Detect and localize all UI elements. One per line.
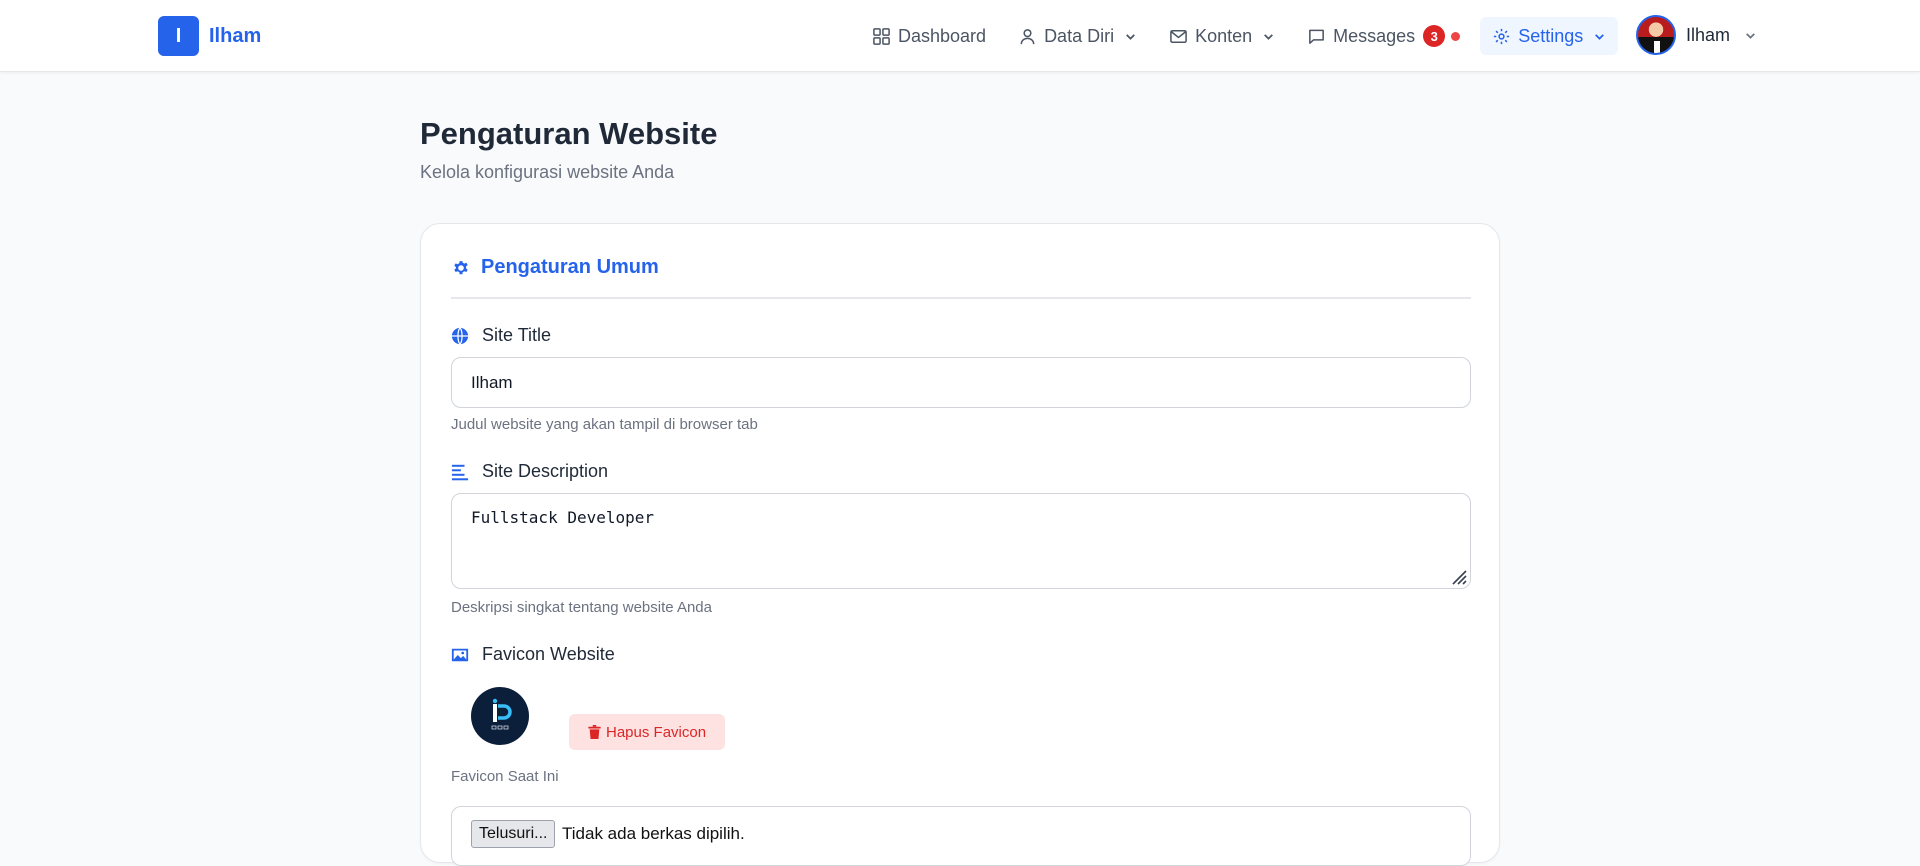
align-left-icon (451, 464, 469, 480)
nav-item-dashboard[interactable]: Dashboard (860, 17, 998, 55)
delete-favicon-label: Hapus Favicon (606, 723, 707, 741)
site-description-value: Fullstack Developer (471, 508, 655, 527)
brand-name: Ilham (209, 24, 262, 47)
site-title-label: Site Title (451, 325, 551, 346)
messages-count-badge: 3 (1423, 25, 1446, 47)
delete-favicon-button[interactable]: Hapus Favicon (569, 714, 726, 750)
chevron-down-icon (1746, 32, 1755, 39)
notification-dot (1451, 31, 1461, 41)
site-title-help: Judul website yang akan tampil di browse… (451, 416, 758, 433)
nav-item-data-diri[interactable]: Data Diri (1006, 17, 1149, 55)
mail-icon (1170, 29, 1187, 43)
nav-label-dashboard: Dashboard (898, 25, 987, 46)
trash-icon (588, 725, 601, 739)
favicon-caption: Favicon Saat Ini (451, 768, 559, 785)
site-title-input[interactable]: Ilham (451, 357, 1471, 408)
favicon-file-input[interactable]: Telusuri... Tidak ada berkas dipilih. (451, 806, 1471, 866)
nav-label-messages: Messages (1333, 25, 1416, 46)
user-name: Ilham (1686, 24, 1731, 45)
favicon-label-text: Favicon Website (482, 644, 615, 664)
site-description-label-text: Site Description (482, 461, 609, 481)
user-icon (1020, 28, 1035, 44)
user-menu[interactable]: Ilham (1636, 15, 1757, 55)
site-description-label: Site Description (451, 461, 608, 482)
gear-icon (454, 260, 468, 274)
section-heading: Pengaturan Umum (451, 256, 659, 279)
resize-handle-icon[interactable] (1447, 565, 1467, 585)
globe-icon (451, 326, 469, 345)
chat-icon (1309, 29, 1325, 44)
chevron-down-icon (1126, 33, 1135, 40)
nav-item-messages[interactable]: Messages 3 (1295, 17, 1472, 55)
browse-file-button[interactable]: Telusuri... (471, 820, 556, 848)
nav-label-settings: Settings (1518, 25, 1584, 46)
page-subtitle: Kelola konfigurasi website Anda (420, 162, 675, 182)
avatar (1636, 15, 1676, 55)
chevron-down-icon (1595, 33, 1605, 40)
current-favicon-image (471, 687, 529, 745)
page-title: Pengaturan Website (420, 116, 718, 151)
grid-icon (873, 27, 890, 45)
favicon-label: Favicon Website (451, 644, 615, 665)
site-description-help: Deskripsi singkat tentang website Anda (451, 599, 712, 616)
file-status-text: Tidak ada berkas dipilih. (562, 824, 745, 843)
main-nav: Dashboard Data Diri Konten Messages 3 Se… (860, 17, 1626, 55)
site-description-textarea[interactable]: Fullstack Developer (451, 493, 1471, 589)
brand-initial: I (158, 16, 199, 56)
settings-icon (1494, 28, 1510, 44)
favicon-logo-icon (491, 698, 512, 730)
nav-label-data-diri: Data Diri (1044, 25, 1115, 46)
site-title-label-text: Site Title (482, 325, 552, 345)
nav-item-settings[interactable]: Settings (1480, 17, 1619, 55)
top-navbar: I Ilham Dashboard Data Diri Konten Messa… (0, 0, 1920, 72)
image-icon (451, 648, 469, 661)
chevron-down-icon (1264, 33, 1274, 40)
section-title: Pengaturan Umum (481, 256, 659, 278)
section-divider (451, 297, 1471, 299)
brand-logo[interactable]: I Ilham (158, 16, 261, 56)
nav-item-konten[interactable]: Konten (1157, 17, 1287, 55)
nav-label-konten: Konten (1195, 25, 1253, 46)
settings-card: Pengaturan Umum Site Title Ilham Judul w… (420, 223, 1500, 866)
